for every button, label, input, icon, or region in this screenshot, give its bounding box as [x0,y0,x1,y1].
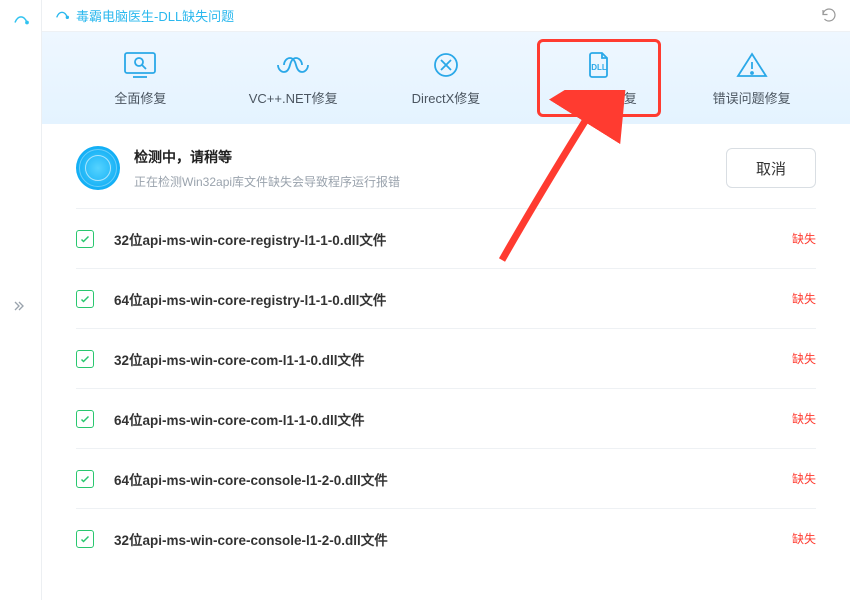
checkbox-checked-icon[interactable] [76,350,94,368]
result-list: 32位api-ms-win-core-registry-l1-1-0.dll文件… [42,208,850,568]
scan-status-title: 检测中，请稍等 [134,147,726,167]
status-badge: 缺失 [792,230,816,247]
window-title: 毒霸电脑医生-DLL缺失问题 [76,6,234,25]
svg-text:DLL: DLL [591,63,607,72]
tab-label: 系统DLL修复 [561,88,637,107]
expand-sidebar-button[interactable] [13,298,29,314]
tab-full-repair[interactable]: 全面修复 [78,39,202,117]
file-name: 32位api-ms-win-core-registry-l1-1-0.dll文件 [114,229,792,249]
directx-icon [427,50,465,80]
status-badge: 缺失 [792,530,816,547]
list-item[interactable]: 32位api-ms-win-core-com-l1-1-0.dll文件 缺失 [76,328,816,388]
tab-strip: 全面修复 VC++.NET修复 DirectX修复 DLL 系统DLL修复 [42,32,850,124]
file-name: 32位api-ms-win-core-console-l1-2-0.dll文件 [114,529,792,549]
tab-label: DirectX修复 [412,88,481,107]
file-name: 64位api-ms-win-core-com-l1-1-0.dll文件 [114,409,792,429]
status-badge: 缺失 [792,410,816,427]
dll-file-icon: DLL [580,50,618,80]
monitor-search-icon [121,50,159,80]
checkbox-checked-icon[interactable] [76,410,94,428]
file-name: 64位api-ms-win-core-registry-l1-1-0.dll文件 [114,289,792,309]
checkbox-checked-icon[interactable] [76,530,94,548]
logo-icon [54,8,70,24]
tab-label: 全面修复 [114,88,166,107]
list-item[interactable]: 64位api-ms-win-core-console-l1-2-0.dll文件 … [76,448,816,508]
status-badge: 缺失 [792,290,816,307]
tab-label: 错误问题修复 [713,88,791,107]
side-rail [0,0,42,600]
list-item[interactable]: 64位api-ms-win-core-com-l1-1-0.dll文件 缺失 [76,388,816,448]
tab-directx-repair[interactable]: DirectX修复 [384,39,508,117]
checkbox-checked-icon[interactable] [76,230,94,248]
tab-system-dll-repair[interactable]: DLL 系统DLL修复 [537,39,661,117]
checkbox-checked-icon[interactable] [76,290,94,308]
file-name: 32位api-ms-win-core-com-l1-1-0.dll文件 [114,349,792,369]
list-item[interactable]: 32位api-ms-win-core-registry-l1-1-0.dll文件… [76,208,816,268]
scan-status-row: 检测中，请稍等 正在检测Win32api库文件缺失会导致程序运行报错 取消 [42,124,850,208]
infinity-icon [274,50,312,80]
scan-status-subtitle: 正在检测Win32api库文件缺失会导致程序运行报错 [134,173,726,190]
file-name: 64位api-ms-win-core-console-l1-2-0.dll文件 [114,469,792,489]
status-badge: 缺失 [792,350,816,367]
cancel-button[interactable]: 取消 [726,148,816,188]
radar-scan-icon [76,146,120,190]
brand-glyph-icon [12,12,30,30]
tab-error-repair[interactable]: 错误问题修复 [690,39,814,117]
checkbox-checked-icon[interactable] [76,470,94,488]
list-item[interactable]: 32位api-ms-win-core-console-l1-2-0.dll文件 … [76,508,816,568]
title-bar: 毒霸电脑医生-DLL缺失问题 [42,0,850,32]
warning-triangle-icon [733,50,771,80]
tab-vcnet-repair[interactable]: VC++.NET修复 [231,39,355,117]
status-badge: 缺失 [792,470,816,487]
tab-label: VC++.NET修复 [249,88,338,107]
list-item[interactable]: 64位api-ms-win-core-registry-l1-1-0.dll文件… [76,268,816,328]
back-button[interactable] [820,7,838,25]
